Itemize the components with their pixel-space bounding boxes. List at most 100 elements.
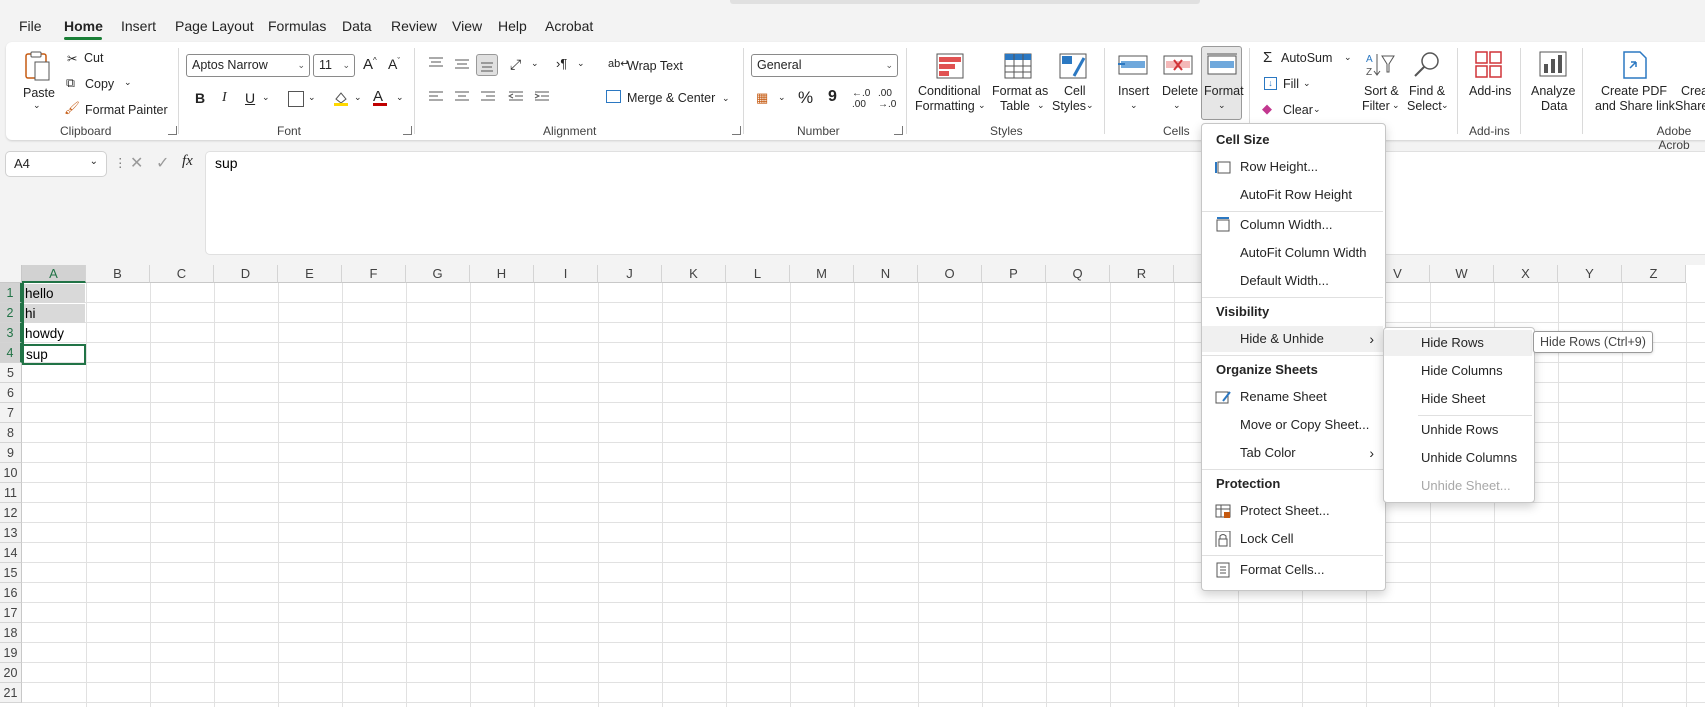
column-header-p[interactable]: P (982, 265, 1046, 283)
fill-icon[interactable]: ↓ (1264, 77, 1277, 90)
column-header-j[interactable]: J (598, 265, 662, 283)
menu-review[interactable]: Review (391, 18, 437, 34)
find-select-label-2[interactable]: Select (1407, 99, 1442, 113)
delete-cells-button[interactable]: Delete (1162, 84, 1198, 98)
create-pdf-label-2[interactable]: and Share link (1595, 99, 1675, 113)
column-header-z[interactable]: Z (1622, 265, 1686, 283)
cell-a1[interactable]: hello (23, 284, 85, 303)
cut-icon[interactable]: ✂ (67, 51, 77, 66)
borders-chevron-icon[interactable]: ⌄ (308, 92, 316, 103)
cell-a2[interactable]: hi (23, 304, 85, 323)
autofit-column-item[interactable]: AutoFit Column Width (1202, 240, 1383, 266)
format-painter-icon[interactable]: 🖌 (64, 101, 80, 116)
cancel-entry-icon[interactable]: ✕ (130, 153, 143, 173)
font-color-chevron-icon[interactable]: ⌄ (396, 92, 404, 103)
row-header-3[interactable]: 3 (0, 323, 22, 343)
move-copy-item[interactable]: Move or Copy Sheet... (1202, 412, 1383, 438)
menu-home[interactable]: Home (64, 18, 103, 34)
column-header-c[interactable]: C (150, 265, 214, 283)
insert-cells-icon[interactable] (1117, 52, 1149, 78)
row-header-14[interactable]: 14 (0, 543, 22, 563)
orientation-icon[interactable]: ⤢ (510, 56, 521, 73)
italic-button[interactable]: I (222, 90, 227, 106)
column-header-a[interactable]: A (22, 265, 86, 283)
row-header-4[interactable]: 4 (0, 343, 22, 363)
hide-columns-item[interactable]: Hide Columns (1384, 358, 1532, 384)
sort-filter-icon[interactable]: AZ (1365, 50, 1395, 78)
paste-icon[interactable] (22, 50, 54, 82)
comma-style-button[interactable]: 9 (828, 88, 837, 106)
create-share-label-1[interactable]: Crea (1681, 84, 1705, 98)
column-header-g[interactable]: G (406, 265, 470, 283)
column-header-m[interactable]: M (790, 265, 854, 283)
number-launcher-icon[interactable] (894, 126, 903, 135)
hide-rows-item[interactable]: Hide Rows (1384, 330, 1532, 356)
accounting-format-icon[interactable]: ▦ (756, 90, 768, 106)
cell-styles-label-1[interactable]: Cell (1064, 84, 1086, 98)
cell-styles-icon[interactable] (1058, 52, 1088, 80)
default-width-item[interactable]: Default Width... (1202, 268, 1383, 294)
row-header-2[interactable]: 2 (0, 303, 22, 323)
select-all-corner[interactable] (0, 265, 22, 283)
row-header-21[interactable]: 21 (0, 683, 22, 703)
row-header-15[interactable]: 15 (0, 563, 22, 583)
protect-sheet-item[interactable]: Protect Sheet... (1202, 498, 1383, 524)
row-header-16[interactable]: 16 (0, 583, 22, 603)
clipboard-launcher-icon[interactable] (168, 126, 177, 135)
column-header-f[interactable]: F (342, 265, 406, 283)
create-pdf-icon[interactable] (1620, 50, 1650, 80)
column-header-l[interactable]: L (726, 265, 790, 283)
format-as-table-label-2[interactable]: Table (1000, 99, 1030, 113)
align-right-icon[interactable] (480, 90, 496, 104)
autofit-row-item[interactable]: AutoFit Row Height (1202, 182, 1383, 208)
autosum-chevron-icon[interactable]: ⌄ (1344, 52, 1352, 63)
bold-button[interactable]: B (195, 90, 205, 106)
conditional-formatting-icon[interactable] (935, 52, 965, 80)
text-direction-chevron-icon[interactable]: ⌄ (577, 58, 585, 69)
format-cells-item[interactable]: Format Cells... (1202, 557, 1383, 583)
copy-icon[interactable]: ⧉ (66, 76, 75, 91)
align-center-icon[interactable] (454, 90, 470, 104)
decrease-indent-icon[interactable] (507, 90, 524, 104)
column-header-i[interactable]: I (534, 265, 598, 283)
column-header-y[interactable]: Y (1558, 265, 1622, 283)
addins-icon[interactable] (1474, 50, 1504, 78)
font-launcher-icon[interactable] (403, 126, 412, 135)
conditional-chevron-icon[interactable]: ⌄ (978, 100, 986, 111)
hide-sheet-item[interactable]: Hide Sheet (1384, 386, 1532, 412)
row-height-item[interactable]: Row Height... (1202, 154, 1383, 180)
menu-insert[interactable]: Insert (121, 18, 156, 34)
paste-label[interactable]: Paste (23, 86, 55, 100)
format-icon[interactable] (1206, 52, 1238, 78)
align-middle-icon[interactable] (454, 57, 470, 71)
column-header-x[interactable]: X (1494, 265, 1558, 283)
align-bottom-icon[interactable] (476, 54, 498, 76)
find-chevron-icon[interactable]: ⌄ (1441, 100, 1449, 111)
row-header-1[interactable]: 1 (0, 283, 22, 303)
fill-color-icon[interactable] (333, 90, 349, 106)
menu-help[interactable]: Help (498, 18, 527, 34)
unhide-columns-item[interactable]: Unhide Columns (1384, 445, 1532, 471)
font-color-icon[interactable]: A (373, 88, 389, 106)
more-options-icon[interactable]: ⋮ (114, 155, 127, 170)
column-header-n[interactable]: N (854, 265, 918, 283)
column-header-o[interactable]: O (918, 265, 982, 283)
delete-cells-icon[interactable] (1162, 52, 1194, 78)
text-direction-icon[interactable]: ›¶ (556, 56, 567, 71)
format-as-table-icon[interactable] (1003, 52, 1033, 80)
sort-filter-label-1[interactable]: Sort & (1364, 84, 1399, 98)
row-header-18[interactable]: 18 (0, 623, 22, 643)
menu-data[interactable]: Data (342, 18, 372, 34)
sort-filter-label-2[interactable]: Filter (1362, 99, 1390, 113)
column-header-k[interactable]: K (662, 265, 726, 283)
shrink-font-icon[interactable]: Aˇ (388, 56, 400, 72)
merge-center-icon[interactable] (606, 90, 621, 103)
autosum-button[interactable]: AutoSum (1281, 51, 1332, 65)
tab-color-item[interactable]: Tab Color › (1202, 440, 1383, 466)
conditional-formatting-label-1[interactable]: Conditional (918, 84, 981, 98)
borders-icon[interactable] (288, 91, 304, 107)
copy-button[interactable]: Copy (85, 77, 114, 91)
find-select-icon[interactable] (1412, 50, 1442, 78)
autosum-icon[interactable]: Σ (1263, 49, 1272, 66)
clear-button[interactable]: Clear (1283, 103, 1313, 117)
